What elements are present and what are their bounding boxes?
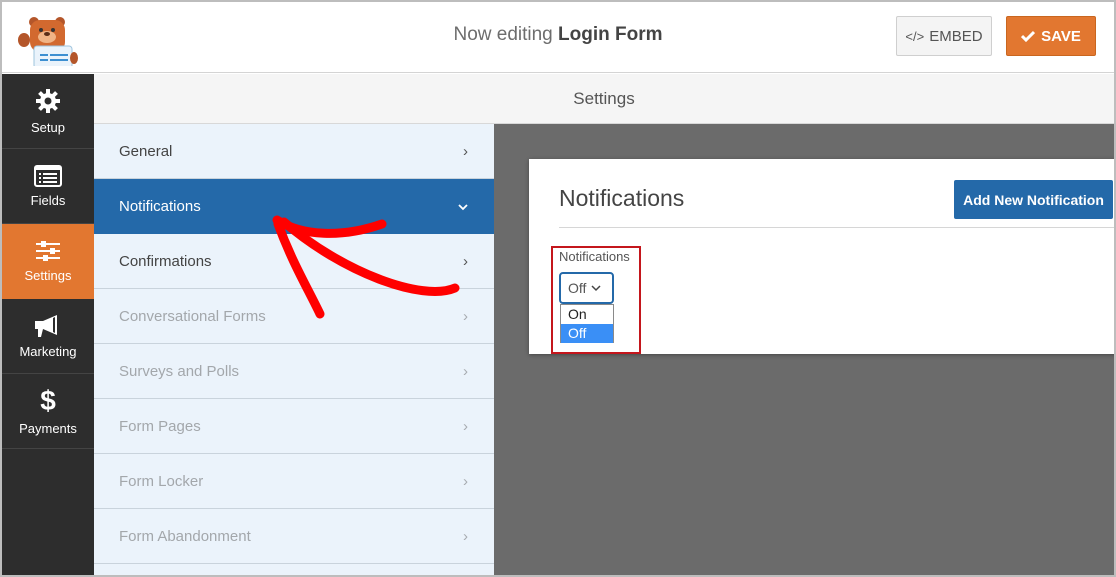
notifications-panel: Notifications Add New Notification Notif… (529, 159, 1114, 354)
notifications-field-label: Notifications (559, 249, 630, 264)
submenu-label: Surveys and Polls (119, 362, 240, 380)
submenu-label: Confirmations (119, 252, 212, 270)
submenu-label: General (119, 142, 173, 160)
form-name: Login Form (558, 24, 663, 45)
gear-icon (36, 88, 60, 113)
left-sidebar: Setup Fields Settings Marketing $ Paymen… (2, 74, 94, 575)
list-icon (34, 164, 62, 187)
submenu-item-surveys-and-polls[interactable]: Surveys and Polls › (94, 344, 494, 399)
save-button[interactable]: SAVE (1006, 16, 1096, 56)
save-label: SAVE (1041, 27, 1081, 45)
dollar-icon: $ (40, 384, 56, 416)
chevron-right-icon: › (463, 307, 468, 325)
app-window: Now editing Login Form </> EMBED SAVE Se… (2, 2, 1114, 575)
submenu-item-general[interactable]: General › (94, 124, 494, 179)
embed-button[interactable]: </> EMBED (896, 16, 992, 56)
sidebar-item-marketing[interactable]: Marketing (2, 299, 94, 374)
chevron-right-icon: › (463, 472, 468, 490)
chevron-right-icon: › (463, 527, 468, 545)
sidebar-item-settings[interactable]: Settings (2, 224, 94, 299)
submenu-label: Form Locker (119, 472, 204, 490)
sidebar-label: Marketing (19, 343, 77, 359)
sidebar-label: Payments (19, 420, 77, 436)
title-prefix: Now editing (453, 24, 553, 45)
notifications-dropdown: On Off (560, 304, 614, 343)
code-icon: </> (905, 28, 925, 44)
submenu-item-notifications[interactable]: Notifications (94, 179, 494, 234)
add-new-notification-button[interactable]: Add New Notification (954, 180, 1113, 219)
settings-submenu: General › Notifications Confirmations › … (94, 124, 494, 575)
chevron-right-icon: › (463, 362, 468, 380)
megaphone-icon (35, 314, 57, 337)
settings-header: Settings (94, 74, 1114, 124)
sidebar-label: Settings (24, 267, 72, 283)
top-header: Now editing Login Form </> EMBED SAVE (2, 2, 1114, 73)
submenu-item-form-locker[interactable]: Form Locker › (94, 454, 494, 509)
submenu-item-form-abandonment[interactable]: Form Abandonment › (94, 509, 494, 564)
select-value: Off (568, 280, 587, 296)
chevron-right-icon: › (463, 417, 468, 435)
sliders-icon (36, 240, 60, 261)
sidebar-label: Fields (30, 192, 66, 208)
content-area: Notifications Add New Notification Notif… (494, 124, 1114, 575)
submenu-item-confirmations[interactable]: Confirmations › (94, 234, 494, 289)
chevron-right-icon: › (463, 142, 468, 160)
submenu-label: Notifications (119, 197, 201, 215)
sidebar-item-setup[interactable]: Setup (2, 74, 94, 149)
option-on[interactable]: On (561, 305, 613, 324)
sidebar-item-fields[interactable]: Fields (2, 149, 94, 224)
submenu-item-form-pages[interactable]: Form Pages › (94, 399, 494, 454)
submenu-label: Conversational Forms (119, 307, 266, 325)
checkmark-icon (1021, 30, 1036, 42)
submenu-label: Form Pages (119, 417, 201, 435)
panel-title: Notifications (559, 185, 685, 211)
chevron-down-icon (458, 198, 468, 215)
sidebar-item-payments[interactable]: $ Payments (2, 374, 94, 449)
submenu-item-conversational-forms[interactable]: Conversational Forms › (94, 289, 494, 344)
notifications-select[interactable]: Off (559, 272, 614, 304)
chevron-down-icon (591, 284, 601, 291)
divider (559, 227, 1114, 228)
submenu-label: Form Abandonment (119, 527, 251, 545)
chevron-right-icon: › (463, 252, 468, 270)
sidebar-label: Setup (31, 119, 65, 135)
embed-label: EMBED (929, 27, 983, 45)
option-off[interactable]: Off (561, 324, 613, 343)
